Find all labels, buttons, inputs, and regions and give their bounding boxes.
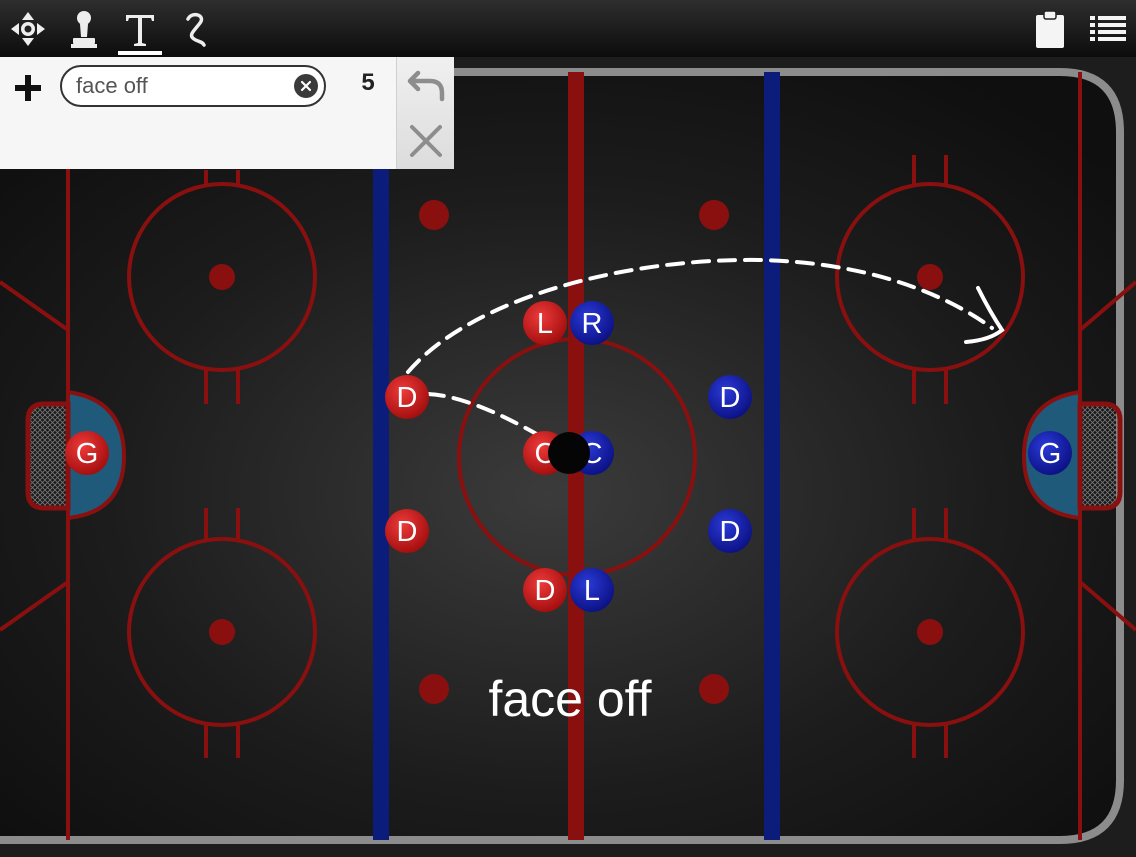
player-label: D: [397, 382, 418, 414]
text-panel-main: 5: [0, 57, 397, 169]
player-token[interactable]: G: [65, 431, 109, 475]
player-label: L: [584, 575, 600, 607]
player-token[interactable]: L: [570, 568, 614, 612]
text-size-value[interactable]: 5: [348, 69, 388, 99]
player-label: G: [1039, 438, 1062, 470]
clipboard-icon: [1036, 9, 1064, 48]
player-label: D: [397, 516, 418, 548]
player-token[interactable]: D: [708, 509, 752, 553]
draw-tool-button[interactable]: [168, 0, 224, 57]
draw-path-icon: [186, 12, 206, 47]
player-label: D: [720, 516, 741, 548]
player-token[interactable]: D: [708, 375, 752, 419]
undo-button[interactable]: [397, 57, 454, 113]
player-label: G: [76, 438, 99, 470]
close-icon: [409, 125, 442, 157]
text-input-field[interactable]: [60, 65, 326, 107]
player-token[interactable]: D: [523, 568, 567, 612]
close-panel-button[interactable]: [397, 113, 454, 169]
player-label: D: [535, 575, 556, 607]
text-tool-button[interactable]: [112, 0, 168, 57]
player-token[interactable]: G: [1028, 431, 1072, 475]
player-token[interactable]: D: [385, 375, 429, 419]
active-tool-indicator: [118, 51, 162, 55]
player-tool-button[interactable]: [56, 0, 112, 57]
text-input[interactable]: [76, 73, 286, 99]
text-tool-panel: 5: [0, 57, 454, 169]
text-panel-actions: [397, 57, 454, 169]
add-text-button[interactable]: [8, 71, 48, 105]
close-icon: [300, 80, 312, 92]
puck[interactable]: [548, 432, 590, 474]
player-token[interactable]: D: [385, 509, 429, 553]
player-label: D: [720, 382, 741, 414]
move-icon: [11, 11, 45, 46]
player-label: R: [582, 308, 603, 340]
undo-icon: [407, 70, 444, 102]
player-piece-icon: [71, 10, 97, 48]
top-toolbar: [0, 0, 1136, 57]
rink-caption-text[interactable]: face off: [488, 671, 651, 727]
clipboard-button[interactable]: [1022, 0, 1078, 57]
text-tool-icon: [126, 14, 154, 46]
list-menu-icon: [1090, 15, 1126, 41]
player-label: L: [537, 308, 553, 340]
player-token[interactable]: L: [523, 301, 567, 345]
move-tool-button[interactable]: [0, 0, 56, 57]
clear-text-button[interactable]: [294, 74, 318, 98]
player-token[interactable]: R: [570, 301, 614, 345]
list-menu-button[interactable]: [1080, 0, 1136, 57]
plus-icon: [15, 75, 41, 101]
hockey-rink[interactable]: L R D D C C D D D L G G face off: [0, 57, 1136, 852]
